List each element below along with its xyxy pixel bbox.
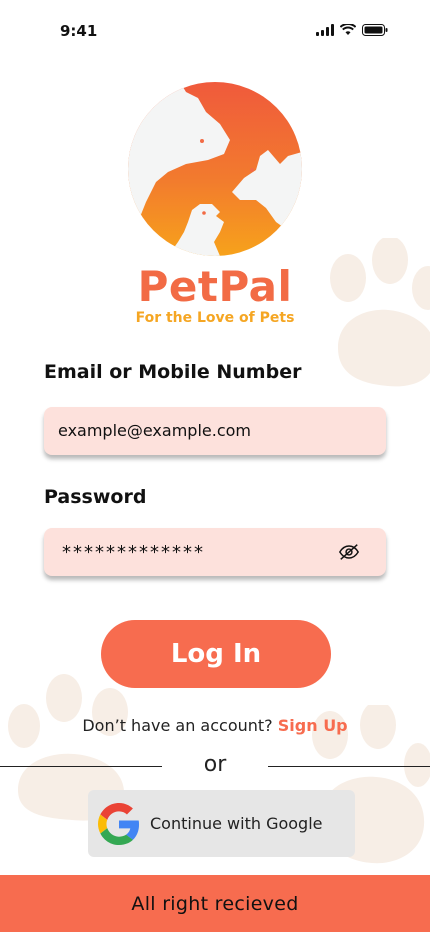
google-label: Continue with Google xyxy=(150,814,323,833)
email-label: Email or Mobile Number xyxy=(44,361,302,383)
continue-with-google-button[interactable]: Continue with Google xyxy=(88,790,355,857)
wifi-icon xyxy=(340,24,356,35)
status-icons xyxy=(316,24,388,36)
footer: All right recieved xyxy=(0,875,430,932)
signup-prompt: Don’t have an account? xyxy=(82,716,273,735)
petpal-logo xyxy=(128,82,302,256)
or-separator: or xyxy=(203,752,227,777)
status-bar: 9:41 xyxy=(0,0,430,64)
email-field[interactable]: example@example.com xyxy=(44,407,386,455)
eye-off-icon[interactable] xyxy=(338,541,360,563)
brand-name: PetPal xyxy=(137,262,293,311)
battery-icon xyxy=(362,24,388,36)
signal-icon xyxy=(316,24,334,36)
footer-text: All right recieved xyxy=(131,892,299,915)
signup-link[interactable]: Sign Up xyxy=(278,716,348,735)
brand-tagline: For the Love of Pets xyxy=(135,310,295,326)
password-value: ************* xyxy=(62,542,205,563)
password-label: Password xyxy=(44,486,147,508)
password-field[interactable]: ************* xyxy=(44,528,386,576)
login-button[interactable]: Log In xyxy=(101,620,331,688)
signup-row: Don’t have an account? Sign Up xyxy=(0,716,430,735)
google-logo-icon xyxy=(98,803,140,845)
status-time: 9:41 xyxy=(60,22,98,40)
email-value: example@example.com xyxy=(58,421,251,440)
